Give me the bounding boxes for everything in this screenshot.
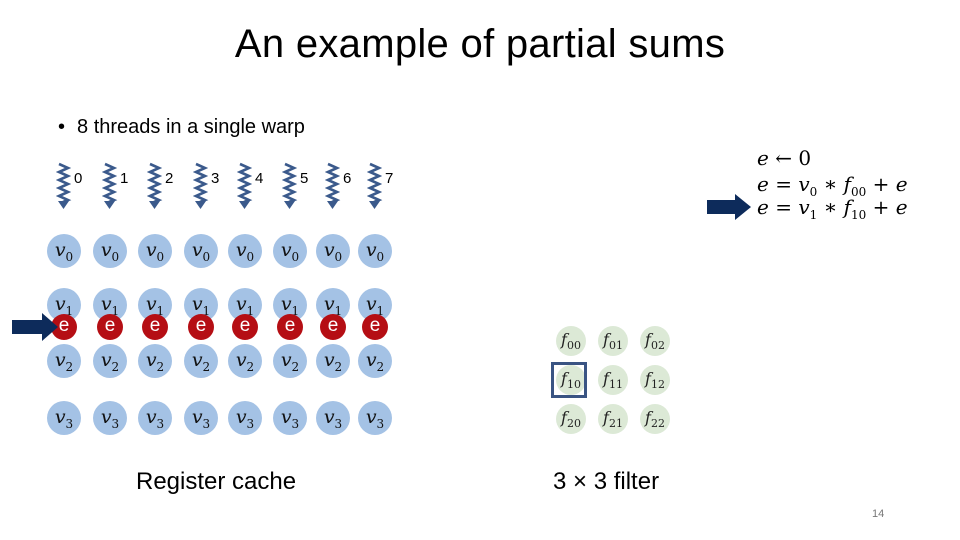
thread-id: 3: [211, 170, 220, 187]
thread-squiggle-icon: [282, 162, 298, 209]
register-v2: v2: [228, 344, 262, 378]
register-v0: v0: [358, 234, 392, 268]
register-v3: v3: [138, 401, 172, 435]
register-v3: v3: [273, 401, 307, 435]
register-v3: v3: [358, 401, 392, 435]
bullet-text: 8 threads in a single warp: [77, 116, 305, 138]
thread-6: 6: [325, 162, 365, 210]
register-v0: v0: [184, 234, 218, 268]
thread-squiggle-icon: [367, 162, 383, 209]
register-v0: v0: [138, 234, 172, 268]
thread-4: 4: [237, 162, 277, 210]
register-v0: v0: [47, 234, 81, 268]
accumulator-e: e: [320, 314, 346, 340]
equation-step-2: e = v1 ∗ f10 + e: [757, 195, 908, 222]
register-v0: v0: [93, 234, 127, 268]
thread-squiggle-icon: [147, 162, 163, 209]
filter-cell-f02: f02: [640, 326, 670, 356]
thread-5: 5: [282, 162, 322, 210]
thread-id: 6: [343, 170, 352, 187]
register-v2: v2: [273, 344, 307, 378]
bullet-point: • 8 threads in a single warp: [58, 116, 305, 139]
thread-id: 1: [120, 170, 129, 187]
thread-0: 0: [56, 162, 96, 210]
equation-init: e ← 0: [757, 146, 812, 170]
register-v3: v3: [47, 401, 81, 435]
thread-squiggle-icon: [193, 162, 209, 209]
filter-cell-f20: f20: [556, 404, 586, 434]
accumulator-e: e: [277, 314, 303, 340]
filter-label: 3 × 3 filter: [553, 468, 660, 495]
accumulator-e: e: [188, 314, 214, 340]
register-v3: v3: [184, 401, 218, 435]
register-v2: v2: [316, 344, 350, 378]
filter-cell-f22: f22: [640, 404, 670, 434]
register-v2: v2: [358, 344, 392, 378]
filter-cell-f00: f00: [556, 326, 586, 356]
thread-squiggle-icon: [56, 162, 72, 209]
register-v2: v2: [184, 344, 218, 378]
filter-highlight-box: [551, 362, 587, 398]
register-cache-label: Register cache: [136, 468, 297, 495]
filter-cell-f11: f11: [598, 365, 628, 395]
filter-cell-f21: f21: [598, 404, 628, 434]
filter-cell-f01: f01: [598, 326, 628, 356]
thread-id: 4: [255, 170, 264, 187]
register-v0: v0: [273, 234, 307, 268]
thread-id: 5: [300, 170, 309, 187]
thread-squiggle-icon: [325, 162, 341, 209]
thread-1: 1: [102, 162, 142, 210]
accumulator-e: e: [97, 314, 123, 340]
current-step-arrow-icon: [707, 194, 751, 220]
register-v3: v3: [93, 401, 127, 435]
register-v3: v3: [228, 401, 262, 435]
thread-squiggle-icon: [237, 162, 253, 209]
accumulator-e: e: [362, 314, 388, 340]
register-v0: v0: [316, 234, 350, 268]
thread-id: 7: [385, 170, 394, 187]
thread-2: 2: [147, 162, 187, 210]
filter-cell-f12: f12: [640, 365, 670, 395]
accumulator-e: e: [232, 314, 258, 340]
thread-7: 7: [367, 162, 407, 210]
thread-id: 2: [165, 170, 174, 187]
slide-title: An example of partial sums: [234, 22, 726, 66]
register-v3: v3: [316, 401, 350, 435]
thread-squiggle-icon: [102, 162, 118, 209]
left-arrow-icon: [12, 313, 58, 341]
register-v0: v0: [228, 234, 262, 268]
register-v2: v2: [138, 344, 172, 378]
register-v2: v2: [93, 344, 127, 378]
bullet-dot: •: [58, 116, 66, 138]
page-number: 14: [872, 508, 885, 520]
accumulator-e: e: [142, 314, 168, 340]
register-v2: v2: [47, 344, 81, 378]
thread-3: 3: [193, 162, 233, 210]
thread-id: 0: [74, 170, 83, 187]
